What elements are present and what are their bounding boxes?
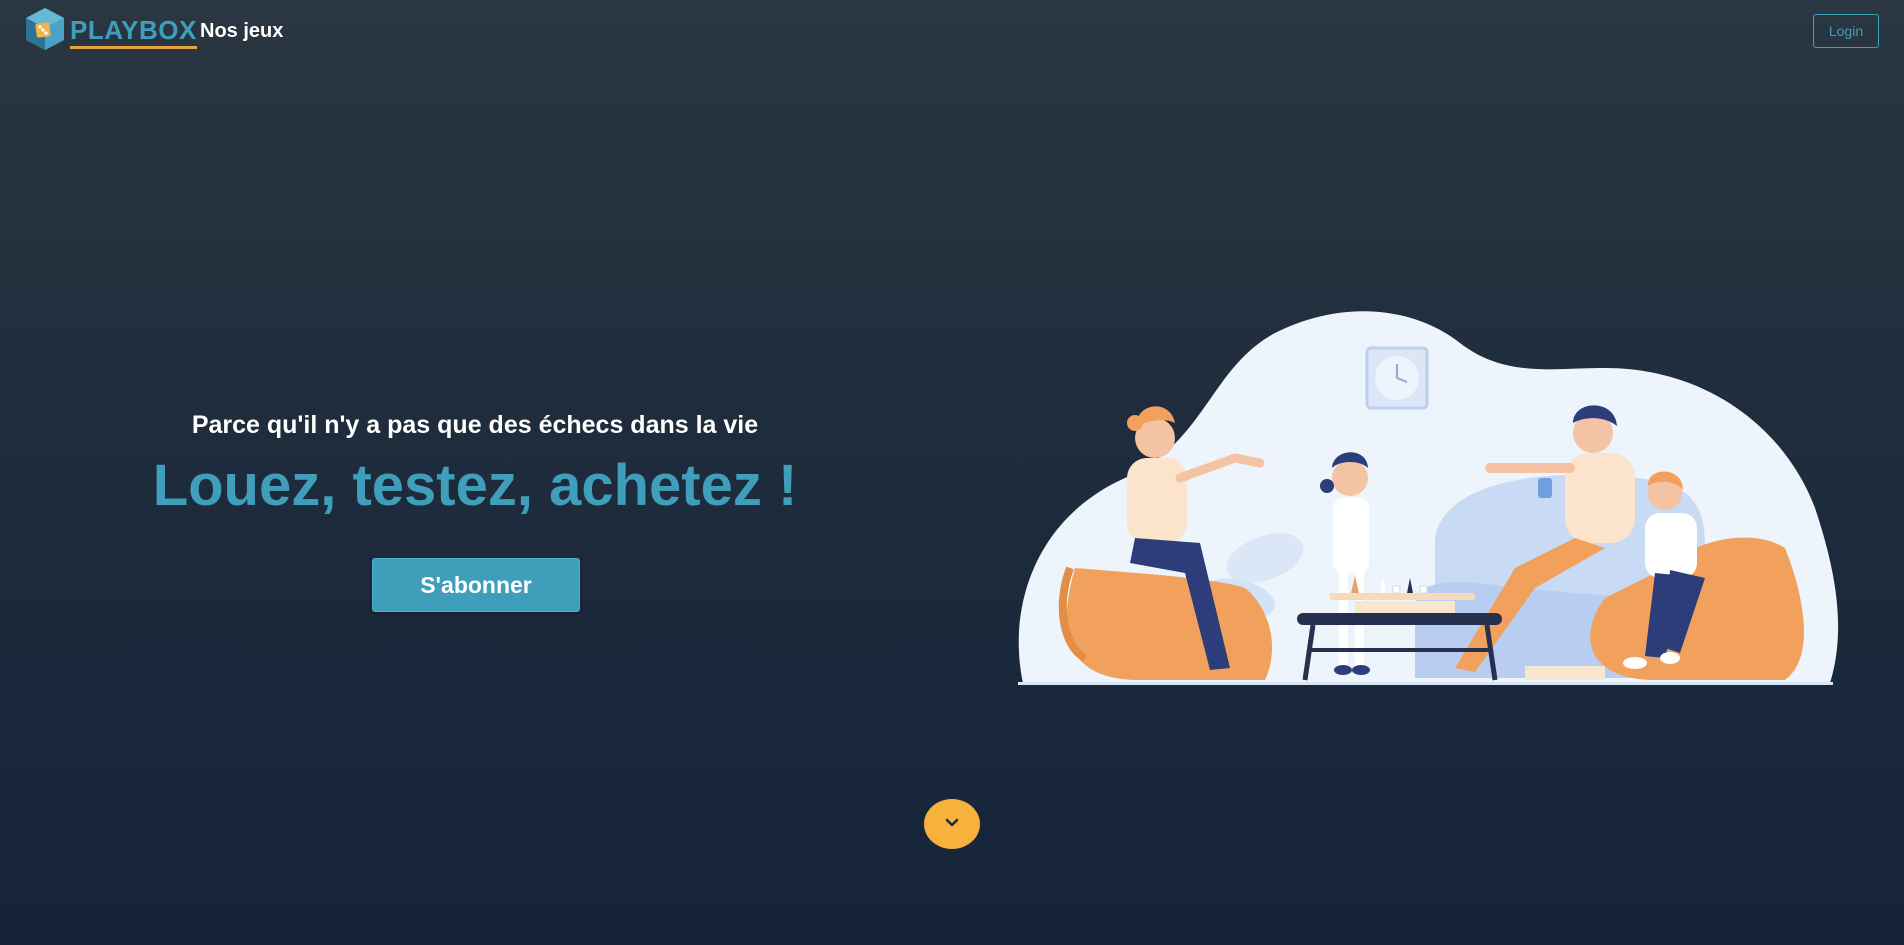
login-button[interactable]: Login (1813, 14, 1879, 48)
logo-wordmark: PLAYBOX (70, 15, 197, 49)
logo-link[interactable]: PLAYBOX (24, 6, 197, 57)
hero-text: Parce qu'il n'y a pas que des échecs dan… (120, 405, 830, 521)
dice-cube-icon (24, 6, 66, 57)
hero-headline: Louez, testez, achetez ! (152, 453, 798, 518)
chevron-down-icon (945, 815, 959, 833)
navbar: PLAYBOX Nos jeux Login (0, 0, 1904, 64)
nav-link-nos-jeux[interactable]: Nos jeux (200, 20, 283, 43)
hero-tagline: Parce qu'il n'y a pas que des échecs dan… (191, 411, 759, 439)
subscribe-button[interactable]: S'abonner (372, 558, 580, 612)
scroll-down-button[interactable] (924, 799, 980, 849)
family-board-game-illustration (1015, 308, 1847, 693)
